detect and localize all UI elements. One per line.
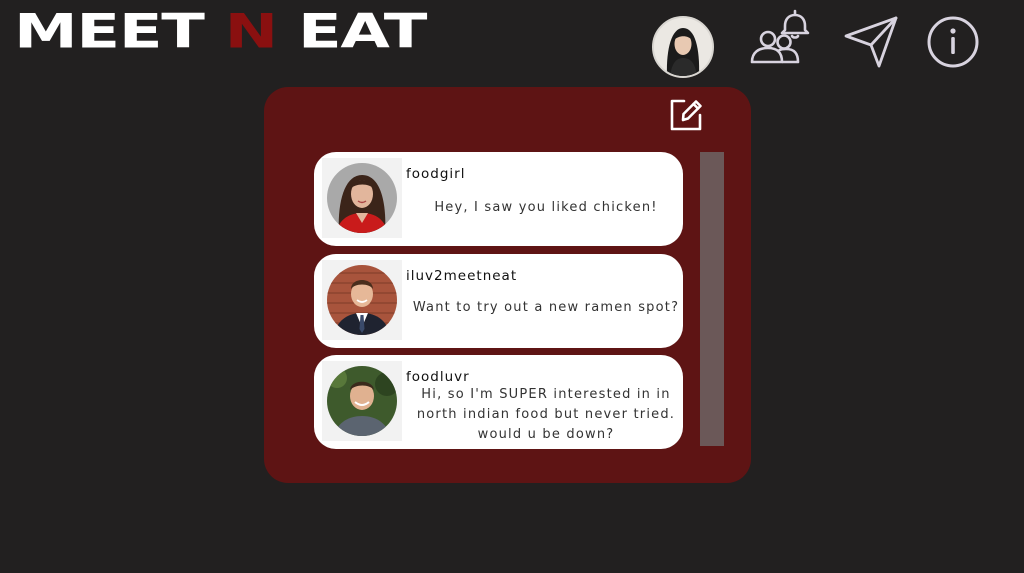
logo-text-eat: EAT	[276, 4, 427, 60]
message-item[interactable]: iluv2meetneat Want to try out a new rame…	[314, 254, 683, 348]
profile-photo	[654, 18, 712, 76]
messages-panel: foodgirl Hey, I saw you liked chicken! i…	[264, 87, 751, 483]
edit-icon[interactable]	[668, 95, 704, 133]
message-item[interactable]: foodluvr Hi, so I'm SUPER interested in …	[314, 355, 683, 449]
logo-text-meet: MEET	[14, 4, 225, 60]
friends-notification-icon[interactable]	[748, 6, 812, 66]
message-preview: Hi, so I'm SUPER interested in in north …	[416, 387, 676, 442]
message-username: foodgirl	[406, 166, 466, 182]
message-item[interactable]: foodgirl Hey, I saw you liked chicken!	[314, 152, 683, 246]
app-logo: MEET N EAT	[14, 4, 427, 60]
avatar	[322, 361, 402, 441]
send-icon[interactable]	[842, 14, 900, 70]
message-username: iluv2meetneat	[406, 268, 518, 284]
profile-avatar[interactable]	[652, 16, 714, 78]
message-preview: Hey, I saw you liked chicken!	[434, 200, 658, 215]
message-preview: Want to try out a new ramen spot?	[412, 300, 680, 315]
info-icon[interactable]	[926, 15, 980, 69]
avatar	[322, 158, 402, 238]
message-username: foodluvr	[406, 369, 470, 385]
messages-scrollbar[interactable]	[700, 152, 724, 446]
avatar	[322, 260, 402, 340]
logo-text-n: N	[224, 4, 279, 60]
